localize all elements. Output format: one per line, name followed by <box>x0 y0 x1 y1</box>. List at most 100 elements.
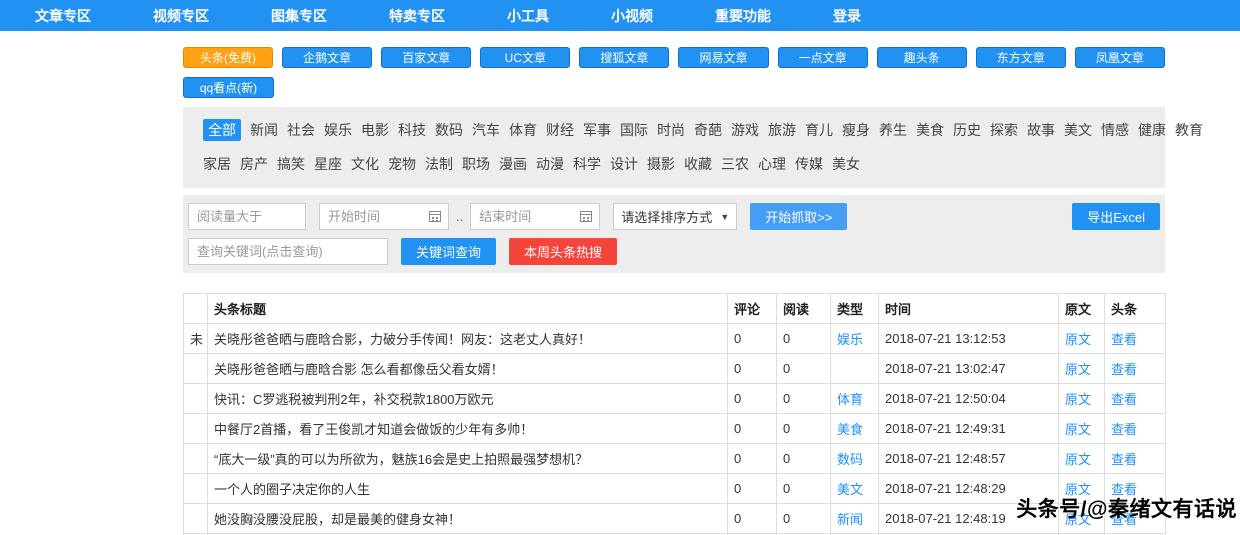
nav-item[interactable]: 小视频 <box>611 6 653 26</box>
view-link[interactable]: 查看 <box>1111 362 1137 377</box>
category-link[interactable]: 星座 <box>314 154 342 174</box>
category-link[interactable]: 历史 <box>953 120 981 140</box>
sort-order-select[interactable]: 请选择排序方式 ▼ <box>613 203 738 230</box>
category-link[interactable]: 科学 <box>573 154 601 174</box>
category-link[interactable]: 科技 <box>398 120 426 140</box>
source-link[interactable]: 原文 <box>1065 422 1091 437</box>
type-link[interactable]: 新闻 <box>837 512 863 527</box>
category-link[interactable]: 动漫 <box>536 154 564 174</box>
category-link[interactable]: 社会 <box>287 120 315 140</box>
category-link[interactable]: 家居 <box>203 154 231 174</box>
category-link[interactable]: 全部 <box>203 119 241 141</box>
nav-item[interactable]: 登录 <box>833 6 861 26</box>
category-link[interactable]: 摄影 <box>647 154 675 174</box>
source-link[interactable]: 原文 <box>1065 452 1091 467</box>
row-comments: 0 <box>727 323 777 354</box>
category-link[interactable]: 设计 <box>610 154 638 174</box>
category-link[interactable]: 收藏 <box>684 154 712 174</box>
source-button[interactable]: qq看点(新) <box>183 77 274 98</box>
source-link[interactable]: 原文 <box>1065 332 1091 347</box>
source-button[interactable]: 百家文章 <box>381 47 472 68</box>
category-link[interactable]: 新闻 <box>250 120 278 140</box>
source-button[interactable]: 企鹅文章 <box>282 47 373 68</box>
keyword-search-button[interactable]: 关键词查询 <box>401 238 497 265</box>
nav-item[interactable]: 特卖专区 <box>389 6 445 26</box>
nav-item[interactable]: 图集专区 <box>271 6 327 26</box>
end-date-wrap <box>470 203 601 230</box>
nav-item[interactable]: 小工具 <box>507 6 549 26</box>
category-link[interactable]: 奇葩 <box>694 120 722 140</box>
category-link[interactable]: 故事 <box>1027 120 1055 140</box>
category-link[interactable]: 国际 <box>620 120 648 140</box>
type-link[interactable]: 美文 <box>837 482 863 497</box>
source-button[interactable]: 网易文章 <box>678 47 769 68</box>
source-link[interactable]: 原文 <box>1065 362 1091 377</box>
source-button[interactable]: 搜狐文章 <box>579 47 670 68</box>
type-link[interactable]: 娱乐 <box>837 332 863 347</box>
category-link[interactable]: 健康 <box>1138 120 1166 140</box>
calendar-icon[interactable] <box>429 211 441 222</box>
category-link[interactable]: 探索 <box>990 120 1018 140</box>
source-button[interactable]: 趣头条 <box>876 47 967 68</box>
category-link[interactable]: 法制 <box>425 154 453 174</box>
view-link[interactable]: 查看 <box>1111 332 1137 347</box>
category-link[interactable]: 教育 <box>1175 120 1203 140</box>
view-link[interactable]: 查看 <box>1111 452 1137 467</box>
view-link[interactable]: 查看 <box>1111 392 1137 407</box>
source-button[interactable]: 一点文章 <box>777 47 868 68</box>
category-link[interactable]: 宠物 <box>388 154 416 174</box>
calendar-icon[interactable] <box>580 211 593 222</box>
filter-row-1: .. 请选择排序方式 ▼ 开始抓取>> 导出Excel <box>188 203 1160 230</box>
source-button[interactable]: 凤凰文章 <box>1074 47 1165 68</box>
row-type: 娱乐 <box>830 323 879 354</box>
category-link[interactable]: 育儿 <box>805 120 833 140</box>
header-reads: 阅读 <box>776 293 831 324</box>
type-link[interactable]: 美食 <box>837 422 863 437</box>
category-link[interactable]: 游戏 <box>731 120 759 140</box>
row-comments: 0 <box>727 443 777 474</box>
category-link[interactable]: 旅游 <box>768 120 796 140</box>
category-link[interactable]: 汽车 <box>472 120 500 140</box>
category-link[interactable]: 职场 <box>462 154 490 174</box>
category-link[interactable]: 房产 <box>240 154 268 174</box>
main-content: 头条(免费) 企鹅文章 百家文章 UC文章 搜狐文章 网易文章 一点文章 趣头条 东方文章 凤凰… <box>183 47 1203 535</box>
source-button[interactable]: UC文章 <box>480 47 571 68</box>
category-link[interactable]: 体育 <box>509 120 537 140</box>
category-link[interactable]: 传媒 <box>795 154 823 174</box>
category-link[interactable]: 三农 <box>721 154 749 174</box>
category-link[interactable]: 漫画 <box>499 154 527 174</box>
category-link[interactable]: 娱乐 <box>324 120 352 140</box>
category-link[interactable]: 美文 <box>1064 120 1092 140</box>
category-link[interactable]: 文化 <box>351 154 379 174</box>
weekly-hot-button[interactable]: 本周头条热搜 <box>509 238 618 265</box>
read-count-input[interactable] <box>188 203 306 230</box>
keyword-input[interactable] <box>188 238 388 265</box>
nav-item[interactable]: 视频专区 <box>153 6 209 26</box>
source-tabs-row1: 头条(免费) 企鹅文章 百家文章 UC文章 搜狐文章 网易文章 一点文章 趣头条 东方文章 凤凰… <box>183 47 1165 68</box>
category-link[interactable]: 心理 <box>758 154 786 174</box>
header-time: 时间 <box>878 293 1059 324</box>
category-link[interactable]: 财经 <box>546 120 574 140</box>
category-link[interactable]: 美女 <box>832 154 860 174</box>
category-row-1: 全部 新闻 社会 娱乐 电影 科技 数码 汽车 体育 财经 军事 国际 时尚 奇葩 游戏 旅游 育儿 瘦身 养生 美食… <box>203 119 1203 141</box>
view-link[interactable]: 查看 <box>1111 422 1137 437</box>
category-link[interactable]: 军事 <box>583 120 611 140</box>
category-link[interactable]: 瘦身 <box>842 120 870 140</box>
category-link[interactable]: 电影 <box>361 120 389 140</box>
source-button-toutiao-free[interactable]: 头条(免费) <box>183 47 274 68</box>
type-link[interactable]: 数码 <box>837 452 863 467</box>
start-crawl-button[interactable]: 开始抓取>> <box>750 203 848 230</box>
nav-item[interactable]: 重要功能 <box>715 6 771 26</box>
nav-item[interactable]: 文章专区 <box>35 6 91 26</box>
row-source: 原文 <box>1058 353 1105 384</box>
category-link[interactable]: 美食 <box>916 120 944 140</box>
source-button[interactable]: 东方文章 <box>975 47 1066 68</box>
category-link[interactable]: 情感 <box>1101 120 1129 140</box>
category-link[interactable]: 养生 <box>879 120 907 140</box>
category-link[interactable]: 搞笑 <box>277 154 305 174</box>
category-link[interactable]: 数码 <box>435 120 463 140</box>
type-link[interactable]: 体育 <box>837 392 863 407</box>
export-excel-button[interactable]: 导出Excel <box>1072 203 1160 230</box>
category-link[interactable]: 时尚 <box>657 120 685 140</box>
source-link[interactable]: 原文 <box>1065 392 1091 407</box>
